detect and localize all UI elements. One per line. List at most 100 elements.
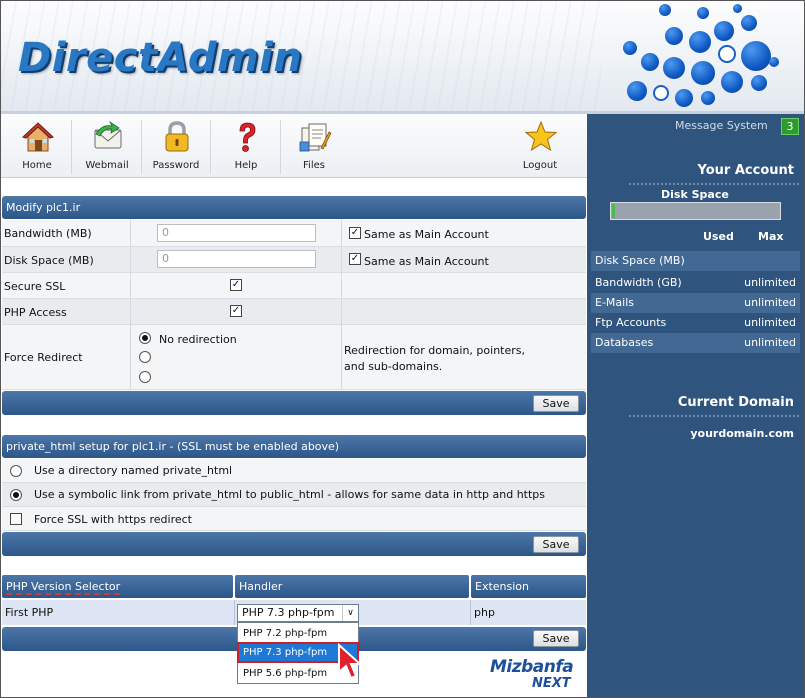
redirect-note: and sub-domains. <box>344 360 443 373</box>
stat-value: unlimited <box>744 316 796 329</box>
directadmin-logo: DirectAdmin <box>18 35 303 81</box>
logout-label: Logout <box>522 160 558 171</box>
private-html-link-row: Use a symbolic link from private_html to… <box>2 483 586 507</box>
used-header: Used <box>703 230 734 243</box>
max-header: Max <box>758 230 784 243</box>
php-access-label: PHP Access <box>4 306 67 319</box>
stat-value: unlimited <box>744 336 796 349</box>
help-label: Help <box>234 160 258 171</box>
disk-space-row: Disk Space (MB) 0 ✓ Same as Main Account <box>2 247 586 273</box>
disk-same-checkbox[interactable]: ✓ <box>349 253 361 265</box>
php-save-button[interactable]: Save <box>533 630 579 647</box>
padlock-icon <box>165 121 189 152</box>
stat-row: Disk Space (MB) <box>591 251 800 271</box>
stat-label: Disk Space (MB) <box>595 254 685 267</box>
dotted-divider <box>629 183 799 185</box>
question-mark-icon <box>239 122 256 152</box>
stat-value: unlimited <box>744 276 796 289</box>
modify-save-bar: Save <box>2 391 586 415</box>
mizbanfa-logo: Mizbanfa NEXT <box>490 655 582 695</box>
redirect-option-radio[interactable] <box>139 351 151 363</box>
redirect-note: Redirection for domain, pointers, <box>344 344 526 357</box>
brand-name: Mizbanfa <box>490 657 574 677</box>
bandwidth-row: Bandwidth (MB) 0 ✓ Same as Main Account <box>2 220 586 247</box>
php-access-checkbox[interactable]: ✓ <box>230 305 242 317</box>
chevron-down-icon: ∨ <box>342 605 358 621</box>
home-button[interactable]: Home <box>6 118 68 176</box>
bandwidth-label: Bandwidth (MB) <box>4 227 92 240</box>
main-toolbar: Home Webmail Password Help Files Logout <box>1 114 587 178</box>
logout-button[interactable]: Logout <box>509 118 571 176</box>
extension-value: php <box>474 606 495 619</box>
stat-row: E-Mails unlimited <box>591 293 800 313</box>
php-option[interactable]: PHP 7.2 php-fpm <box>238 624 358 643</box>
message-system[interactable]: Message System 3 <box>587 117 804 135</box>
bandwidth-same-label: Same as Main Account <box>364 228 489 241</box>
redirect-option-radio[interactable] <box>139 371 151 383</box>
disk-usage-bar <box>610 202 781 220</box>
toolbar-separator <box>71 120 72 174</box>
documents-icon <box>299 123 331 152</box>
force-ssl-checkbox[interactable] <box>10 513 22 525</box>
message-system-label: Message System <box>675 119 768 132</box>
secure-ssl-label: Secure SSL <box>4 280 66 293</box>
private-html-save-button[interactable]: Save <box>533 536 579 553</box>
modify-section-header: Modify plc1.ir <box>2 196 586 219</box>
files-button[interactable]: Files <box>283 118 345 176</box>
stat-row: Bandwidth (GB) unlimited <box>591 273 800 293</box>
password-label: Password <box>152 160 200 171</box>
password-button[interactable]: Password <box>145 118 207 176</box>
force-ssl-label: Force SSL with https redirect <box>34 513 192 526</box>
php-access-row: PHP Access ✓ <box>2 299 586 325</box>
message-count-badge: 3 <box>781 118 799 135</box>
current-domain-link[interactable]: yourdomain.com <box>690 427 794 440</box>
mouse-cursor-icon <box>338 642 362 680</box>
dotted-divider <box>629 415 799 417</box>
stat-row: Ftp Accounts unlimited <box>591 313 800 333</box>
stat-label: Databases <box>595 336 654 349</box>
stat-label: Ftp Accounts <box>595 316 667 329</box>
stat-label: E-Mails <box>595 296 634 309</box>
private-html-section-header: private_html setup for plc1.ir - (SSL mu… <box>2 435 586 458</box>
star-icon <box>525 120 557 152</box>
bandwidth-same-checkbox[interactable]: ✓ <box>349 227 361 239</box>
stat-value: unlimited <box>744 296 796 309</box>
private-html-save-bar: Save <box>2 532 586 556</box>
your-account-title: Your Account <box>697 163 794 178</box>
toolbar-separator <box>141 120 142 174</box>
webmail-label: Webmail <box>85 160 129 171</box>
force-ssl-row: Force SSL with https redirect <box>2 507 586 531</box>
disk-space-input[interactable]: 0 <box>157 250 316 268</box>
disk-space-label: Disk Space (MB) <box>4 254 94 267</box>
webmail-button[interactable]: Webmail <box>76 118 138 176</box>
files-label: Files <box>303 160 325 171</box>
envelope-icon <box>94 120 122 149</box>
private-html-dir-row: Use a directory named private_html <box>2 459 586 483</box>
private-html-symlink-radio[interactable] <box>10 489 22 501</box>
bandwidth-input[interactable]: 0 <box>157 224 316 242</box>
force-redirect-row: Force Redirect No redirection Redirectio… <box>2 325 586 390</box>
first-php-label: First PHP <box>5 606 54 619</box>
private-html-directory-radio[interactable] <box>10 465 22 477</box>
dots-logo-decoration <box>601 1 801 114</box>
private-html-directory-label: Use a directory named private_html <box>34 464 233 477</box>
php-handler-selected: PHP 7.3 php-fpm <box>242 606 335 619</box>
php-selector-col-header: PHP Version Selector <box>2 575 233 598</box>
extension-col-header: Extension <box>471 575 586 598</box>
current-domain-title: Current Domain <box>677 395 794 410</box>
php-version-selector-heading: PHP Version Selector <box>6 580 121 595</box>
modify-save-button[interactable]: Save <box>533 395 579 412</box>
account-sidebar: Message System 3 Your Account Disk Space… <box>587 114 804 697</box>
secure-ssl-checkbox[interactable]: ✓ <box>230 279 242 291</box>
stat-label: Bandwidth (GB) <box>595 276 682 289</box>
disk-same-label: Same as Main Account <box>364 255 489 268</box>
php-handler-select[interactable]: PHP 7.3 php-fpm ∨ <box>237 604 359 622</box>
no-redirection-radio[interactable] <box>139 332 151 344</box>
disk-usage-fill <box>612 204 615 218</box>
force-redirect-label: Force Redirect <box>4 351 83 364</box>
toolbar-separator <box>210 120 211 174</box>
stat-row: Databases unlimited <box>591 333 800 353</box>
handler-col-header: Handler <box>235 575 469 598</box>
help-button[interactable]: Help <box>215 118 277 176</box>
disk-space-title: Disk Space <box>661 188 729 201</box>
